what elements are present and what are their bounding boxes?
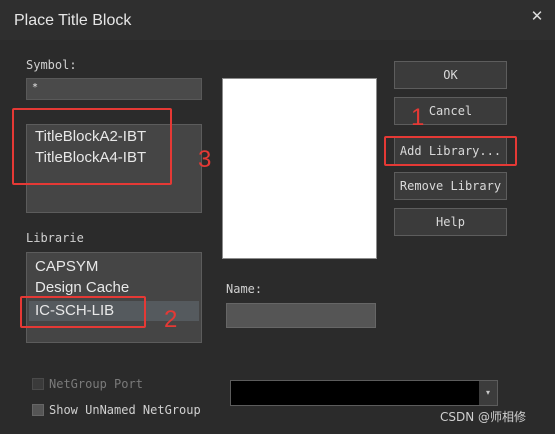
- netgroup-port-checkbox[interactable]: [32, 378, 44, 390]
- annotation-number-2: 2: [164, 306, 178, 333]
- remove-library-button[interactable]: Remove Library: [394, 172, 507, 200]
- close-icon[interactable]: ✕: [526, 5, 548, 27]
- netgroup-port-label: NetGroup Port: [49, 377, 143, 391]
- watermark: CSDN @师相修: [440, 410, 527, 424]
- symbol-filter-input[interactable]: *: [26, 78, 202, 100]
- library-item-design-cache[interactable]: Design Cache: [35, 278, 129, 298]
- window-title: Place Title Block: [14, 12, 132, 29]
- show-unnamed-netgroup-checkbox[interactable]: [32, 404, 44, 416]
- name-input[interactable]: [226, 303, 376, 328]
- add-library-button[interactable]: Add Library...: [394, 137, 507, 165]
- help-button[interactable]: Help: [394, 208, 507, 236]
- chevron-down-icon[interactable]: ▾: [479, 381, 497, 405]
- ok-button[interactable]: OK: [394, 61, 507, 89]
- symbol-list[interactable]: TitleBlockA2-IBT TitleBlockA4-IBT: [26, 124, 202, 213]
- library-item-capsym[interactable]: CAPSYM: [35, 257, 98, 277]
- symbol-item-titleblocka4[interactable]: TitleBlockA4-IBT: [35, 148, 146, 168]
- show-unnamed-netgroup-label: Show UnNamed NetGroup: [49, 403, 201, 417]
- annotation-number-1: 1: [411, 104, 425, 131]
- libraries-label: Librarie: [26, 231, 84, 245]
- symbol-preview: [222, 78, 377, 259]
- symbol-label: Symbol:: [26, 58, 77, 72]
- symbol-item-titleblocka2[interactable]: TitleBlockA2-IBT: [35, 127, 146, 147]
- name-label: Name:: [226, 282, 263, 296]
- annotation-number-3: 3: [198, 146, 212, 173]
- netgroup-combo[interactable]: ▾: [230, 380, 498, 406]
